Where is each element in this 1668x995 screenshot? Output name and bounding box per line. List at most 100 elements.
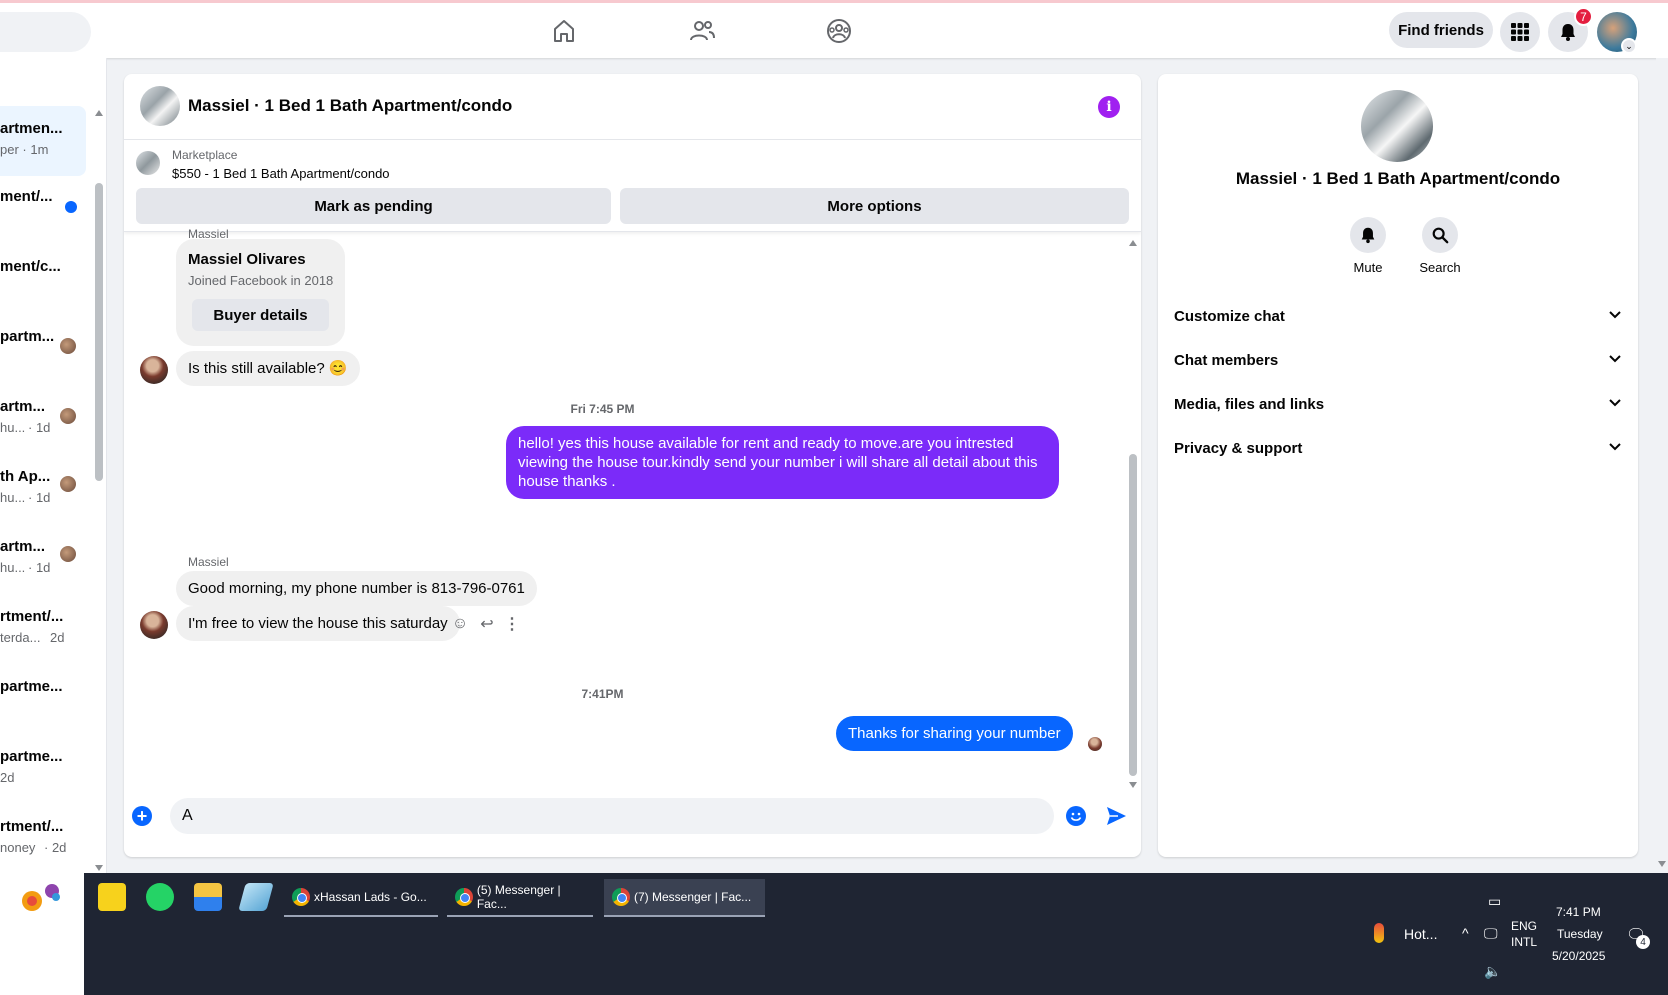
chat-list-item[interactable]: artm... hu... · 1d bbox=[0, 386, 86, 456]
react-icon[interactable]: ☺ bbox=[450, 614, 470, 634]
chat-title: rtment/... bbox=[0, 608, 64, 625]
info-icon[interactable]: i bbox=[1098, 96, 1120, 118]
chrome-icon bbox=[292, 888, 310, 906]
emoji-icon[interactable] bbox=[1066, 806, 1086, 826]
message-bubble[interactable]: Is this still available? 😊 bbox=[176, 351, 360, 386]
reply-icon[interactable]: ↩ bbox=[477, 614, 497, 634]
volume-icon[interactable]: 🔈 bbox=[1484, 963, 1501, 980]
home-icon[interactable] bbox=[550, 17, 578, 45]
chat-list-item[interactable]: partm... bbox=[0, 316, 86, 386]
listing-avatar[interactable] bbox=[140, 86, 180, 126]
meet-now-icon[interactable]: ▭ bbox=[1488, 893, 1501, 910]
chat-list-scrollbar[interactable] bbox=[95, 183, 103, 481]
taskbar-chrome-window[interactable]: (5) Messenger | Fac... bbox=[447, 879, 593, 917]
section-privacy-support[interactable]: Privacy & support bbox=[1174, 426, 1622, 470]
scroll-up-arrow[interactable] bbox=[1129, 240, 1137, 246]
search-bar[interactable] bbox=[0, 12, 91, 52]
chat-list: artmen... per · 1m ment/... ment/c... pa… bbox=[0, 58, 107, 873]
bell-icon[interactable] bbox=[1350, 217, 1386, 253]
conversation-header: Massiel · 1 Bed 1 Bath Apartment/condo i bbox=[124, 74, 1141, 140]
buyer-details-button[interactable]: Buyer details bbox=[192, 299, 329, 331]
groups-icon[interactable] bbox=[825, 17, 853, 45]
chat-title: ment/c... bbox=[0, 258, 61, 275]
chevron-down-icon bbox=[1608, 440, 1622, 457]
chevron-up-icon[interactable]: ^ bbox=[1462, 925, 1469, 941]
menu-grid-icon[interactable] bbox=[1500, 12, 1540, 52]
seen-avatar bbox=[60, 546, 76, 562]
chat-title: partm... bbox=[0, 328, 55, 345]
chat-list-item[interactable]: rtment/... noney · 2d bbox=[0, 806, 86, 873]
search-label: Search bbox=[1419, 260, 1461, 275]
chat-list-item[interactable]: ment/c... bbox=[0, 246, 86, 316]
notification-count: 4 bbox=[1636, 935, 1650, 949]
clock-time[interactable]: 7:41 PM bbox=[1556, 905, 1601, 919]
conversation-title[interactable]: Massiel · 1 Bed 1 Bath Apartment/condo bbox=[188, 96, 512, 116]
chat-subtitle: hu... bbox=[0, 490, 26, 505]
mark-pending-button[interactable]: Mark as pending bbox=[136, 188, 611, 224]
taskbar-chrome-window-active[interactable]: (7) Messenger | Fac... bbox=[604, 879, 765, 917]
seen-avatar bbox=[60, 476, 76, 492]
scroll-down-arrow[interactable] bbox=[95, 865, 103, 871]
sticky-notes-icon[interactable] bbox=[98, 883, 126, 911]
sender-avatar[interactable] bbox=[140, 611, 168, 639]
chat-list-item[interactable]: partme... 2d bbox=[0, 736, 86, 806]
friends-icon[interactable] bbox=[688, 17, 716, 45]
listing-avatar-large[interactable] bbox=[1361, 90, 1433, 162]
weather-label[interactable]: Hot... bbox=[1404, 926, 1437, 942]
chat-title: th Ap... bbox=[0, 468, 51, 485]
send-icon[interactable] bbox=[1104, 804, 1128, 828]
scroll-up-arrow[interactable] bbox=[95, 110, 103, 116]
find-friends-button[interactable]: Find friends bbox=[1389, 12, 1493, 48]
message-bubble-outgoing[interactable]: Thanks for sharing your number bbox=[836, 716, 1073, 751]
chat-list-item[interactable]: th Ap... hu... · 1d bbox=[0, 456, 86, 526]
read-receipt-avatar bbox=[1088, 737, 1102, 751]
more-options-button[interactable]: More options bbox=[620, 188, 1129, 224]
whatsapp-icon[interactable] bbox=[146, 883, 174, 911]
page-scrollbar[interactable] bbox=[1656, 58, 1668, 873]
chat-list-item[interactable]: rtment/... terda... 2d bbox=[0, 596, 86, 666]
message-scrollbar[interactable] bbox=[1129, 454, 1137, 776]
network-icon[interactable]: 🖵 bbox=[1484, 925, 1498, 942]
message-bubble[interactable]: Good morning, my phone number is 813-796… bbox=[176, 571, 537, 606]
message-input[interactable] bbox=[170, 798, 1054, 834]
task-label: (7) Messenger | Fac... bbox=[634, 890, 752, 904]
more-icon[interactable]: ⋮ bbox=[502, 614, 522, 634]
timestamp: Fri 7:45 PM bbox=[570, 402, 635, 416]
chat-list-item[interactable]: artm... hu... · 1d bbox=[0, 526, 86, 596]
task-label: (5) Messenger | Fac... bbox=[476, 883, 561, 911]
chrome-icon bbox=[455, 888, 473, 906]
listing-thumbnail[interactable] bbox=[136, 151, 160, 175]
section-chat-members[interactable]: Chat members bbox=[1174, 338, 1622, 382]
buyer-joined: Joined Facebook in 2018 bbox=[188, 273, 334, 288]
listing-title[interactable]: $550 - 1 Bed 1 Bath Apartment/condo bbox=[172, 166, 390, 181]
buyer-name: Massiel Olivares bbox=[188, 251, 306, 268]
section-media-files-links[interactable]: Media, files and links bbox=[1174, 382, 1622, 426]
chat-title: artm... bbox=[0, 398, 46, 415]
message-bubble[interactable]: I'm free to view the house this saturday bbox=[176, 606, 460, 641]
plus-icon[interactable]: + bbox=[132, 806, 152, 826]
search-icon[interactable] bbox=[1422, 217, 1458, 253]
chevron-down-icon bbox=[1608, 308, 1622, 325]
mute-label: Mute bbox=[1353, 260, 1383, 275]
chevron-down-icon[interactable]: ⌄ bbox=[1621, 38, 1637, 54]
chat-list-item[interactable]: ment/... bbox=[0, 176, 86, 246]
clock-day[interactable]: Tuesday bbox=[1557, 927, 1603, 941]
message-bubble-outgoing[interactable]: hello! yes this house available for rent… bbox=[506, 426, 1059, 499]
taskbar-chrome-window[interactable]: xHassan Lads - Go... bbox=[284, 879, 438, 917]
language-secondary[interactable]: INTL bbox=[1511, 935, 1537, 949]
windows-taskbar: xHassan Lads - Go... (5) Messenger | Fac… bbox=[0, 873, 1668, 995]
top-navbar: Find friends 7 ⌄ bbox=[0, 0, 1668, 58]
sender-avatar[interactable] bbox=[140, 356, 168, 384]
clock-date[interactable]: 5/20/2025 bbox=[1552, 949, 1605, 963]
chat-title: ment/... bbox=[0, 188, 53, 205]
file-explorer-icon[interactable] bbox=[194, 883, 222, 911]
chat-list-item[interactable]: artmen... per · 1m bbox=[0, 106, 86, 176]
sender-name: Massiel bbox=[188, 555, 229, 569]
scroll-down-arrow[interactable] bbox=[1658, 861, 1666, 867]
chat-list-item[interactable]: partme... bbox=[0, 666, 86, 736]
section-customize-chat[interactable]: Customize chat bbox=[1174, 294, 1622, 338]
chat-time: 2d bbox=[50, 630, 65, 645]
notepad-icon[interactable] bbox=[238, 883, 274, 911]
section-label: Customize chat bbox=[1174, 307, 1285, 325]
language-primary[interactable]: ENG bbox=[1511, 919, 1537, 933]
